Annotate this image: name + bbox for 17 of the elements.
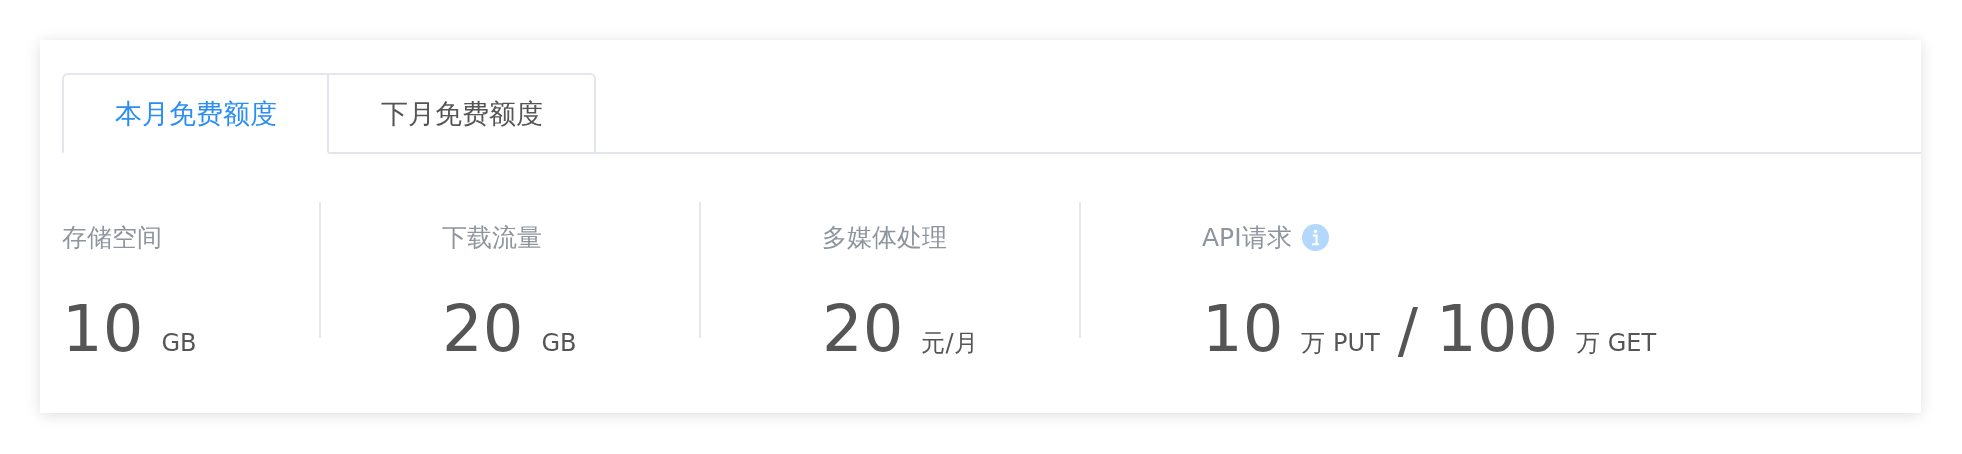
stat-label: API请求 xyxy=(1202,221,1292,254)
stat-unit: GB xyxy=(541,329,577,357)
stat-label: 多媒体处理 xyxy=(822,221,947,254)
stat-value: 10 xyxy=(62,292,144,366)
info-icon[interactable] xyxy=(1301,223,1329,251)
stat-value: 20 xyxy=(442,292,524,366)
tab[interactable]: 下月免费额度 xyxy=(329,73,596,154)
stat-value: 20 xyxy=(822,292,904,366)
stat-value: 10 xyxy=(1202,292,1284,366)
stat-label: 下载流量 xyxy=(442,221,542,254)
stat-unit: 万 PUT xyxy=(1301,328,1380,359)
stat-unit: 元/月 xyxy=(921,328,978,359)
stat-value: 100 xyxy=(1436,292,1559,366)
stat-unit: GB xyxy=(161,329,197,357)
stat-unit: 万 GET xyxy=(1576,328,1657,359)
stat-label: 存储空间 xyxy=(62,221,162,254)
separator: / xyxy=(1397,295,1418,365)
